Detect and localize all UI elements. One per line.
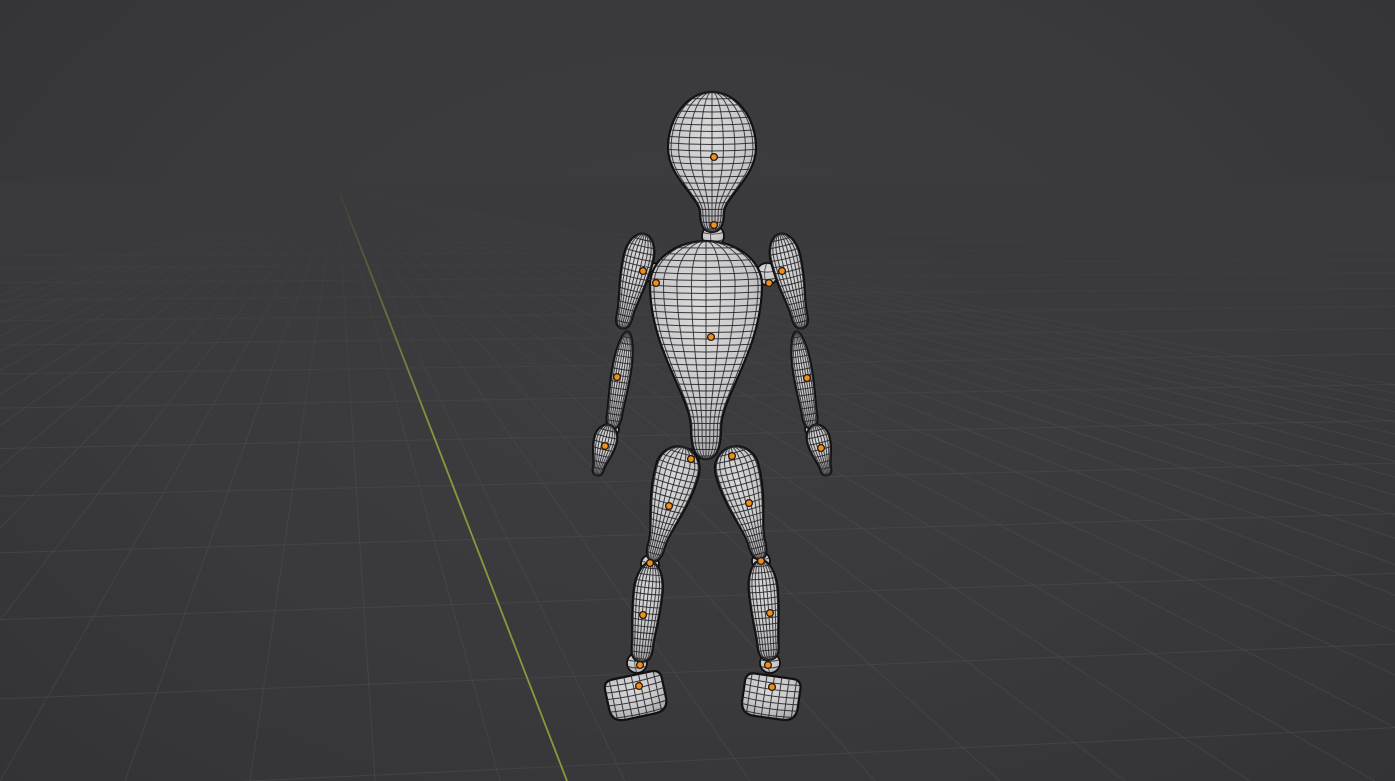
grid-line-row bbox=[0, 513, 1395, 554]
origin-point-left-hand[interactable] bbox=[600, 441, 610, 451]
origin-point-left-shoulder[interactable] bbox=[638, 266, 648, 276]
origin-point-right-shin[interactable] bbox=[765, 608, 775, 618]
origin-point-right-foot[interactable] bbox=[767, 682, 777, 692]
origin-point-left-shin[interactable] bbox=[638, 610, 648, 620]
origin-point-chest[interactable] bbox=[706, 332, 716, 342]
origin-point-head[interactable] bbox=[709, 152, 719, 162]
grid-line-row bbox=[0, 572, 1395, 621]
origin-point-right-hand[interactable] bbox=[816, 443, 826, 453]
3d-viewport[interactable] bbox=[0, 0, 1395, 781]
grid-line-row bbox=[237, 727, 1395, 781]
origin-point-left-foot[interactable] bbox=[634, 681, 644, 691]
body-part-left-foot[interactable] bbox=[599, 669, 672, 724]
origin-point-left-ankle[interactable] bbox=[635, 660, 645, 670]
origin-point-left-knee[interactable] bbox=[645, 558, 655, 568]
grid-line-row bbox=[0, 643, 1395, 700]
origin-point-left-forearm[interactable] bbox=[612, 372, 622, 382]
origin-point-left-thigh[interactable] bbox=[664, 501, 674, 511]
origin-point-right-thigh[interactable] bbox=[744, 498, 754, 508]
scene-canvas[interactable] bbox=[0, 0, 1395, 781]
origin-point-right-shoulder[interactable] bbox=[777, 266, 787, 276]
origin-point-right-ankle[interactable] bbox=[763, 660, 773, 670]
body-part-right-shin[interactable] bbox=[742, 559, 788, 662]
body-part-left-shin[interactable] bbox=[622, 560, 669, 663]
origin-point-neck[interactable] bbox=[709, 220, 719, 230]
origin-point-right-knee[interactable] bbox=[756, 556, 766, 566]
origin-point-left-hip[interactable] bbox=[686, 454, 696, 464]
origin-point-left-armpit[interactable] bbox=[651, 278, 661, 288]
body-part-right-foot[interactable] bbox=[736, 672, 805, 722]
origin-point-right-hip[interactable] bbox=[727, 451, 737, 461]
origin-point-right-armpit[interactable] bbox=[764, 278, 774, 288]
origin-point-right-forearm[interactable] bbox=[802, 373, 812, 383]
